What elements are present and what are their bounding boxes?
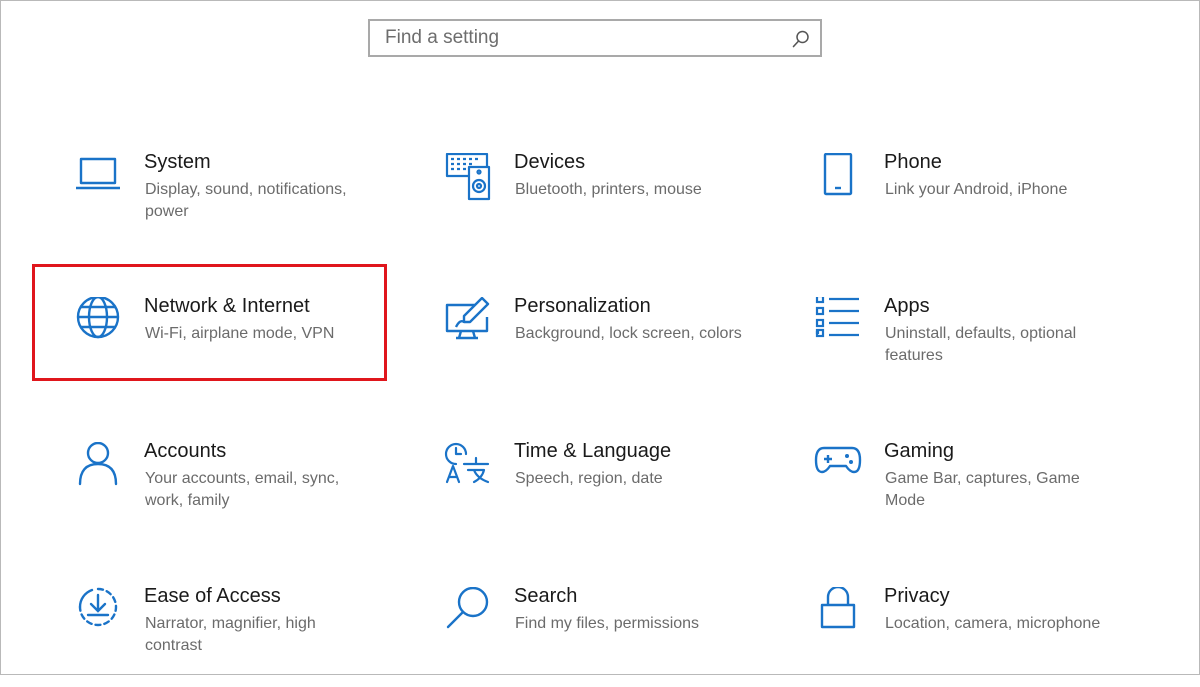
ease-of-access-icon: [74, 587, 122, 635]
settings-window: System Display, sound, notifications, po…: [0, 0, 1200, 675]
person-icon: [74, 442, 122, 490]
time-language-icon: [444, 442, 492, 490]
category-ease-of-access[interactable]: Ease of Access Narrator, magnifier, high…: [74, 585, 404, 687]
apps-list-icon: [814, 297, 862, 345]
category-personalization[interactable]: Personalization Background, lock screen,…: [444, 295, 774, 397]
category-privacy[interactable]: Privacy Location, camera, microphone: [814, 585, 1144, 687]
category-description: Background, lock screen, colors: [515, 325, 742, 342]
magnifier-icon: [444, 587, 492, 635]
search-box[interactable]: [368, 19, 822, 57]
category-apps[interactable]: Apps Uninstall, defaults, optional featu…: [814, 295, 1144, 397]
phone-icon: [814, 153, 862, 201]
category-title: Search: [514, 585, 578, 607]
keyboard-speaker-icon: [444, 153, 492, 201]
category-time-language[interactable]: Time & Language Speech, region, date: [444, 440, 774, 542]
category-title: Phone: [884, 151, 942, 173]
category-description: Find my files, permissions: [515, 615, 700, 632]
category-description: Link your Android, iPhone: [885, 181, 1068, 198]
search-icon[interactable]: [791, 29, 811, 49]
gamepad-icon: [814, 442, 862, 490]
category-title: Accounts: [144, 440, 227, 462]
search-input[interactable]: [370, 21, 785, 55]
category-title: Personalization: [514, 295, 651, 317]
paint-screen-icon: [444, 297, 492, 345]
category-devices[interactable]: Devices Bluetooth, printers, mouse: [444, 151, 774, 253]
laptop-icon: [74, 153, 122, 201]
category-title: Gaming: [884, 440, 955, 462]
category-description: Location, camera, microphone: [885, 615, 1101, 632]
category-description: Narrator, magnifier, high contrast: [145, 615, 316, 654]
category-description: Speech, region, date: [515, 470, 663, 487]
category-title: Devices: [514, 151, 586, 173]
category-description: Game Bar, captures, Game Mode: [885, 470, 1080, 509]
category-title: Privacy: [884, 585, 950, 607]
category-accounts[interactable]: Accounts Your accounts, email, sync, wor…: [74, 440, 404, 542]
category-title: Time & Language: [514, 440, 672, 462]
highlight-box: [32, 264, 387, 381]
lock-icon: [814, 587, 862, 635]
category-system[interactable]: System Display, sound, notifications, po…: [74, 151, 404, 253]
category-title: System: [144, 151, 211, 173]
category-description: Display, sound, notifications, power: [145, 181, 347, 220]
category-description: Uninstall, defaults, optional features: [885, 325, 1077, 364]
category-title: Ease of Access: [144, 585, 281, 607]
category-gaming[interactable]: Gaming Game Bar, captures, Game Mode: [814, 440, 1144, 542]
category-search[interactable]: Search Find my files, permissions: [444, 585, 774, 687]
category-description: Bluetooth, printers, mouse: [515, 181, 702, 198]
category-description: Your accounts, email, sync, work, family: [145, 470, 340, 509]
category-title: Apps: [884, 295, 930, 317]
category-phone[interactable]: Phone Link your Android, iPhone: [814, 151, 1144, 253]
